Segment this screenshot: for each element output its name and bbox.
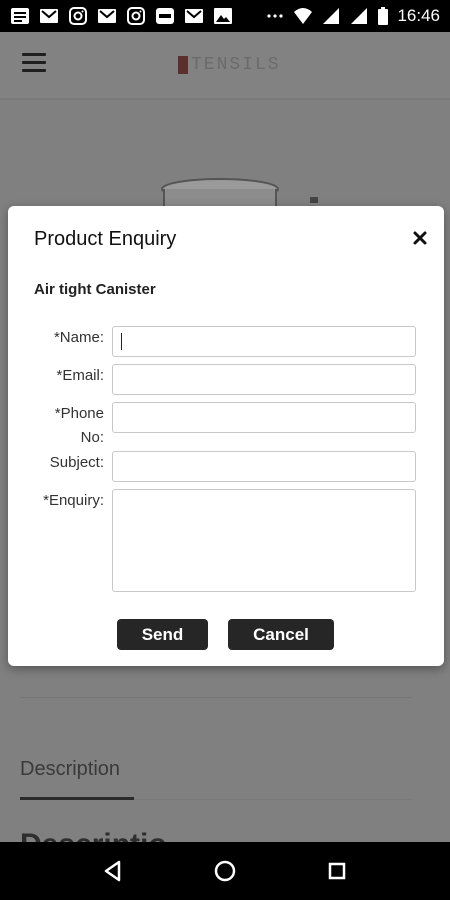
gmail-icon: [98, 9, 116, 23]
email-label: *Email:: [56, 367, 104, 384]
instagram-icon: [127, 7, 145, 25]
gmail-icon: [185, 9, 203, 23]
image-icon: [214, 8, 232, 24]
app-bar-divider: [0, 98, 450, 100]
tab-active-indicator: [20, 797, 134, 800]
phone-label: *Phone No:: [54, 405, 104, 446]
close-icon[interactable]: [412, 230, 428, 246]
app-bar: TENSILS: [0, 32, 450, 98]
notification-icons: [10, 6, 233, 26]
phone-field[interactable]: [112, 402, 416, 433]
name-field[interactable]: [112, 326, 416, 357]
subject-field[interactable]: [112, 451, 416, 482]
signal-icon: [323, 8, 340, 24]
battery-icon: [378, 7, 389, 25]
tab-description[interactable]: Description: [20, 758, 120, 781]
email-field[interactable]: [112, 364, 416, 395]
gmail-icon: [40, 9, 58, 23]
more-icon: [267, 14, 284, 18]
enquiry-textarea[interactable]: [112, 489, 416, 592]
notification-icon: [11, 8, 29, 24]
product-enquiry-dialog: Product Enquiry Air tight Canister *Name…: [8, 206, 444, 666]
status-bar: 16:46: [0, 0, 450, 32]
brand-logo: TENSILS: [178, 53, 281, 77]
dialog-title: Product Enquiry: [34, 228, 177, 250]
status-time: 16:46: [397, 6, 440, 25]
instagram-icon: [69, 7, 87, 25]
back-icon[interactable]: [98, 856, 128, 886]
product-name: Air tight Canister: [34, 281, 156, 298]
subject-label: Subject:: [49, 454, 104, 471]
section-divider: [20, 697, 412, 698]
brand-name: TENSILS: [191, 55, 281, 75]
text-cursor: [121, 333, 122, 350]
name-label: *Name:: [53, 329, 104, 346]
cancel-button[interactable]: Cancel: [228, 619, 334, 650]
system-icons: 16:46: [265, 6, 440, 26]
home-icon[interactable]: [210, 856, 240, 886]
navigation-bar: [0, 842, 450, 900]
app-icon: [156, 8, 174, 24]
hamburger-menu-icon[interactable]: [22, 53, 46, 73]
wifi-icon: [294, 8, 313, 24]
recents-icon[interactable]: [322, 856, 352, 886]
send-button[interactable]: Send: [117, 619, 208, 650]
enquiry-label: *Enquiry:: [43, 492, 104, 509]
brand-mark-icon: [178, 56, 188, 74]
signal-icon: [351, 8, 368, 24]
